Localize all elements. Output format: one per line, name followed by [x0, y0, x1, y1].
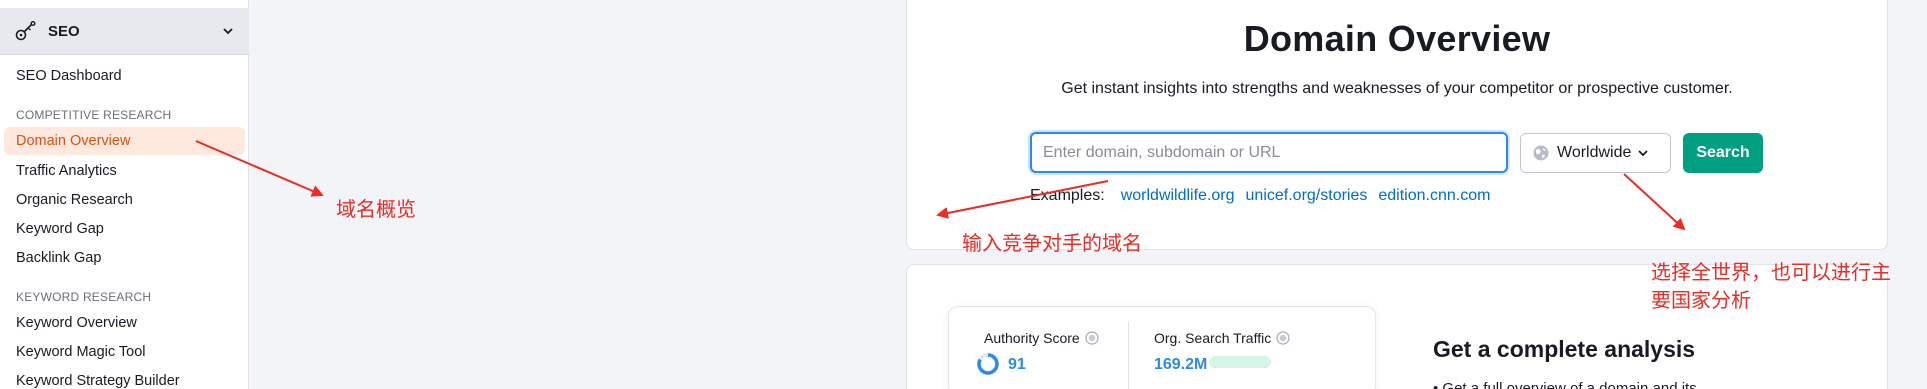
authority-score-value: 91 — [1008, 356, 1026, 373]
section-competitive-research: COMPETITIVE RESEARCH — [16, 108, 172, 122]
annotation-domain-overview: 域名概览 — [336, 199, 416, 221]
info-icon — [1276, 331, 1290, 345]
example-link[interactable]: worldwildlife.org — [1121, 187, 1235, 205]
sidebar-item-domain-overview[interactable]: Domain Overview — [4, 127, 245, 155]
page-title: Domain Overview — [1243, 18, 1551, 59]
search-button[interactable]: Search — [1683, 133, 1763, 173]
sidebar-item-keyword-strategy-builder[interactable]: Keyword Strategy Builder — [16, 373, 180, 389]
authority-score-ring — [977, 353, 999, 375]
examples-label: Examples: — [1030, 187, 1105, 204]
example-link[interactable]: unicef.org/stories — [1246, 187, 1368, 205]
example-link[interactable]: edition.cnn.com — [1378, 187, 1490, 205]
traffic-value: 169.2M — [1154, 356, 1208, 373]
sidebar-item-backlink-gap[interactable]: Backlink Gap — [16, 250, 101, 266]
chevron-down-icon[interactable] — [221, 24, 235, 38]
traffic-label: Org. Search Traffic — [1154, 330, 1290, 346]
chevron-down-icon — [1637, 147, 1649, 159]
sidebar-item-keyword-overview[interactable]: Keyword Overview — [16, 315, 137, 331]
sidebar-item-seo-dashboard[interactable]: SEO Dashboard — [16, 68, 122, 84]
traffic-text: Org. Search Traffic — [1154, 330, 1272, 346]
tool-selector[interactable]: SEO — [0, 8, 249, 55]
seo-tool-icon — [14, 19, 38, 43]
info-icon — [1085, 331, 1099, 345]
sidebar-item-organic-research[interactable]: Organic Research — [16, 192, 133, 208]
annotation-region-line1: 选择全世界，也可以进行主 — [1651, 262, 1891, 284]
sidebar-item-keyword-gap[interactable]: Keyword Gap — [16, 221, 104, 237]
metrics-divider — [1128, 321, 1129, 389]
analysis-title: Get a complete analysis — [1433, 336, 1696, 362]
analysis-bullet: • Get a full overview of a domain and it… — [1433, 380, 1697, 389]
region-select[interactable]: Worldwide — [1520, 133, 1671, 173]
sidebar: SEO SEO Dashboard COMPETITIVE RESEARCH D… — [0, 0, 249, 389]
globe-icon — [1532, 144, 1550, 162]
tool-title: SEO — [48, 22, 80, 40]
annotation-input: 输入竞争对手的域名 — [962, 233, 1142, 255]
section-keyword-research: KEYWORD RESEARCH — [16, 290, 152, 304]
authority-score-label: Authority Score — [984, 330, 1099, 346]
annotation-region-line2: 要国家分析 — [1651, 290, 1751, 312]
region-value: Worldwide — [1557, 144, 1632, 161]
traffic-bar — [1209, 356, 1271, 368]
domain-search-input[interactable] — [1030, 132, 1508, 173]
metrics-preview — [948, 306, 1376, 389]
examples-row: Examples: worldwildlife.org unicef.org/s… — [1030, 187, 1490, 205]
sidebar-item-keyword-magic-tool[interactable]: Keyword Magic Tool — [16, 344, 146, 360]
page-subtitle: Get instant insights into strengths and … — [1061, 80, 1733, 97]
authority-score-text: Authority Score — [984, 330, 1080, 346]
sidebar-item-traffic-analytics[interactable]: Traffic Analytics — [16, 163, 117, 179]
